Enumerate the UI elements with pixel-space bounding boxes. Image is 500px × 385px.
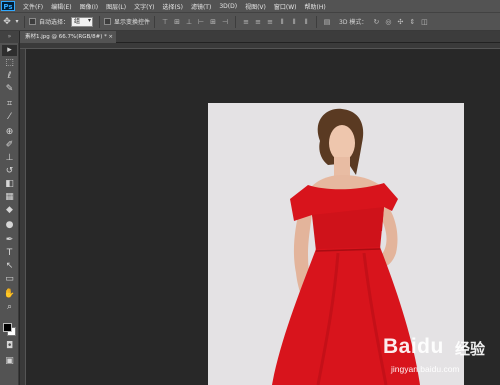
hand-icon[interactable]: ✋ — [2, 289, 17, 300]
type-icon[interactable]: T — [2, 248, 17, 259]
watermark-cn: 经验 — [455, 340, 486, 358]
align-left-icon[interactable]: ⊢ — [195, 17, 207, 27]
show-transform-label: 显示变换控件 — [114, 19, 151, 26]
align-vcenter-icon[interactable]: ⊞ — [171, 17, 183, 27]
document-tab-title: 素材1.jpg @ 66.7%(RGB/8#) * — [25, 34, 107, 40]
dodge-icon[interactable]: ● — [2, 220, 17, 231]
menu-help[interactable]: 帮助(H) — [305, 2, 326, 11]
menu-filter[interactable]: 滤镜(T) — [191, 2, 211, 11]
menu-image[interactable]: 图像(I) — [80, 2, 98, 11]
history-brush-icon[interactable]: ↺ — [2, 166, 17, 177]
distribute-bottom-icon[interactable]: ≡ — [264, 17, 276, 27]
auto-select-checkbox[interactable] — [29, 18, 36, 25]
distribute-hcenter-icon[interactable]: ⦀ — [288, 17, 300, 27]
healing-icon[interactable]: ⊕ — [2, 127, 17, 138]
menu-3d[interactable]: 3D(D) — [219, 3, 237, 10]
zoom-icon[interactable]: ⌕ — [2, 302, 17, 313]
tools-panel: » ▸ ⬚ ℓ ✎ ⌗ ⁄ ⊕ ✐ ⊥ ↺ ◧ ▦ ◆ ● ✒ T ↖ ▭ ✋ … — [0, 31, 19, 385]
foreground-color-swatch[interactable] — [3, 323, 12, 332]
menu-select[interactable]: 选择(S) — [162, 2, 183, 11]
distribute-vcenter-icon[interactable]: ≡ — [252, 17, 264, 27]
divider — [24, 15, 25, 28]
menu-layer[interactable]: 图层(L) — [106, 2, 126, 11]
eyedropper-icon[interactable]: ⁄ — [2, 112, 17, 123]
3d-slide-icon[interactable]: ⇕ — [406, 17, 418, 27]
align-top-icon[interactable]: ⊤ — [159, 17, 171, 27]
watermark-brand: Baidu — [383, 335, 444, 358]
move-icon[interactable]: ▸ — [2, 45, 17, 56]
align-bottom-icon[interactable]: ⊥ — [183, 17, 195, 27]
quick-mask-icon[interactable]: ◘ — [2, 341, 17, 352]
crop-icon[interactable]: ⌗ — [2, 99, 17, 110]
gradient-icon[interactable]: ▦ — [2, 192, 17, 203]
3d-rotate-icon[interactable]: ↻ — [370, 17, 382, 27]
menu-file[interactable]: 文件(F) — [23, 2, 43, 11]
distribute-left-icon[interactable]: ⦀ — [276, 17, 288, 27]
options-bar: ✥ ▾ 自动选择： 组 显示变换控件 ⊤ ⊞ ⊥ ⊢ ⊞ ⊣ ≡ ≡ ≡ ⦀ ⦀… — [0, 12, 500, 31]
panel-collapse-icon[interactable]: » — [0, 31, 19, 43]
shape-icon[interactable]: ▭ — [2, 274, 17, 285]
3d-mode-label: 3D 模式： — [339, 19, 368, 26]
pen-icon[interactable]: ✒ — [2, 235, 17, 246]
move-tool-preset-icon[interactable]: ✥ — [0, 16, 14, 28]
menu-window[interactable]: 窗口(W) — [274, 2, 297, 11]
stamp-icon[interactable]: ⊥ — [2, 153, 17, 164]
auto-align-icon[interactable]: ▤ — [321, 17, 333, 27]
menu-type[interactable]: 文字(Y) — [134, 2, 154, 11]
show-transform-checkbox[interactable] — [104, 18, 112, 25]
divider — [316, 15, 318, 28]
quick-select-icon[interactable]: ✎ — [2, 84, 17, 95]
menu-view[interactable]: 视图(V) — [245, 2, 266, 11]
eraser-icon[interactable]: ◧ — [2, 179, 17, 190]
screen-mode-icon[interactable]: ▣ — [2, 356, 17, 367]
auto-select-dropdown[interactable]: 组 — [71, 16, 94, 27]
3d-scale-icon[interactable]: ◫ — [418, 17, 430, 27]
brush-icon[interactable]: ✐ — [2, 140, 17, 151]
chevron-down-icon[interactable]: ▾ — [14, 16, 20, 28]
align-right-icon[interactable]: ⊣ — [219, 17, 231, 27]
blur-icon[interactable]: ◆ — [2, 205, 17, 216]
marquee-icon[interactable]: ⬚ — [2, 58, 17, 69]
divider — [99, 15, 101, 28]
baidu-watermark: Baidu 经验 jingyan.baidu.com — [383, 333, 498, 383]
3d-roll-icon[interactable]: ◎ — [382, 17, 394, 27]
distribute-right-icon[interactable]: ⦀ — [300, 17, 312, 27]
document-tab[interactable]: 素材1.jpg @ 66.7%(RGB/8#) * × — [20, 31, 116, 43]
align-hcenter-icon[interactable]: ⊞ — [207, 17, 219, 27]
photoshop-logo: Ps — [1, 1, 15, 11]
auto-select-label: 自动选择： — [39, 19, 70, 26]
3d-drag-icon[interactable]: ✣ — [394, 17, 406, 27]
menu-edit[interactable]: 编辑(E) — [51, 2, 71, 11]
watermark-url: jingyan.baidu.com — [391, 364, 460, 374]
path-select-icon[interactable]: ↖ — [2, 261, 17, 272]
divider — [154, 15, 156, 28]
divider — [235, 15, 237, 28]
close-icon[interactable]: × — [108, 31, 113, 43]
menu-bar: Ps 文件(F) 编辑(E) 图像(I) 图层(L) 文字(Y) 选择(S) 滤… — [0, 0, 500, 12]
lasso-icon[interactable]: ℓ — [2, 71, 17, 82]
document-tab-bar: 素材1.jpg @ 66.7%(RGB/8#) * × — [20, 31, 500, 43]
distribute-top-icon[interactable]: ≡ — [240, 17, 252, 27]
